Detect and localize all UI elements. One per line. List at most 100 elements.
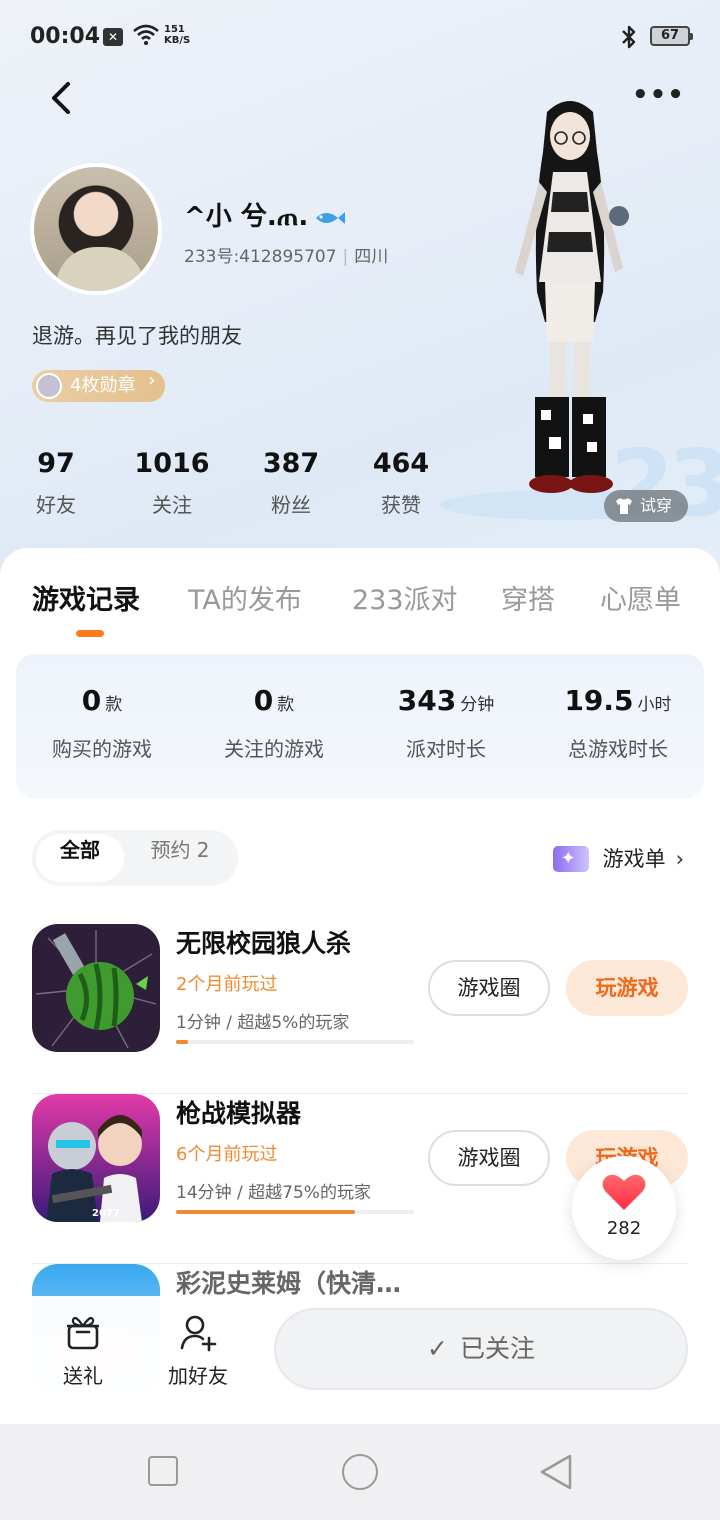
add-friend-button[interactable]: 加好友 xyxy=(162,1312,234,1389)
play-summary-card: 0款 购买的游戏 0款 关注的游戏 343 分钟 派对时长 19.5 小时 总游戏时… xyxy=(16,654,704,798)
summary-unit: 小时 xyxy=(637,695,672,715)
game-list-label: 游戏单 xyxy=(602,847,666,871)
back-triangle-icon[interactable] xyxy=(538,1452,574,1492)
heart-icon xyxy=(602,1174,646,1210)
back-arrow-icon[interactable] xyxy=(40,76,84,120)
summary-label: 总游戏时长 xyxy=(568,737,668,761)
avatar[interactable] xyxy=(30,163,162,295)
game-progress-bar xyxy=(176,1210,414,1214)
chevron-right-icon: › xyxy=(148,370,156,391)
game-play-stat: 1分钟 / 超越5%的玩家 xyxy=(176,1013,350,1033)
stat-label: 获赞 xyxy=(381,493,421,517)
gift-button[interactable]: 送礼 xyxy=(52,1312,114,1389)
like-button[interactable]: 282 xyxy=(572,1156,676,1260)
status-time: 00:04 xyxy=(30,24,101,49)
game-row[interactable]: 无限校园狼人杀 2个月前玩过 1分钟 / 超越5%的玩家 游戏圈 玩游戏 xyxy=(32,924,688,1094)
stat-value: 97 xyxy=(37,448,75,479)
summary-purchased: 0款 购买的游戏 xyxy=(16,684,188,762)
game-icon-watermelon xyxy=(32,924,160,1052)
summary-followed-games: 0款 关注的游戏 xyxy=(188,684,360,762)
tab-party[interactable]: 233派对 xyxy=(352,578,458,617)
game-icon-shooter: 2077 xyxy=(32,1094,160,1222)
medal-label: 4枚勋章 xyxy=(70,375,136,396)
stat-friends[interactable]: 97 好友 xyxy=(20,448,92,518)
game-title: 彩泥史莱姆（快清… xyxy=(176,1269,402,1298)
nickname: ^小 兮.ጠ. xyxy=(184,196,346,233)
summary-value: 19.5 小时 xyxy=(532,684,704,717)
stat-label: 好友 xyxy=(36,493,76,517)
game-last-played: 2个月前玩过 xyxy=(176,974,278,995)
network-speed-unit: KB/S xyxy=(164,35,191,46)
fish-icon xyxy=(316,211,346,224)
tab-posts[interactable]: TA的发布 xyxy=(188,578,302,617)
active-tab-indicator xyxy=(76,630,104,637)
stat-fans[interactable]: 387 粉丝 xyxy=(256,448,326,518)
user-id: 233号:412895707 xyxy=(184,247,337,267)
game-filter-toggle: 全部 预约 2 xyxy=(32,830,238,886)
summary-label: 关注的游戏 xyxy=(224,737,324,761)
gift-icon xyxy=(67,1316,99,1350)
play-game-button[interactable]: 玩游戏 xyxy=(566,960,688,1016)
filter-all[interactable]: 全部 xyxy=(36,834,124,882)
summary-label: 购买的游戏 xyxy=(52,737,152,761)
stat-label: 关注 xyxy=(152,493,192,517)
game-play-stat: 14分钟 / 超越75%的玩家 xyxy=(176,1183,371,1203)
separator: | xyxy=(342,247,349,267)
system-navigation-bar xyxy=(0,1424,720,1520)
stat-likes[interactable]: 464 获赞 xyxy=(366,448,436,518)
filter-reserved[interactable]: 预约 2 xyxy=(132,834,228,882)
game-title: 无限校园狼人杀 xyxy=(176,929,352,958)
nickname-text: ^小 兮.ጠ. xyxy=(184,202,309,232)
tab-outfits[interactable]: 穿搭 xyxy=(501,578,555,617)
summary-unit: 款 xyxy=(277,695,295,715)
tab-wishlist[interactable]: 心愿单 xyxy=(600,578,681,617)
sparkle-icon xyxy=(552,842,589,876)
add-friend-label: 加好友 xyxy=(168,1364,228,1388)
bottom-action-bar: 送礼 加好友 ✓ 已关注 xyxy=(0,1296,720,1424)
summary-number: 0 xyxy=(81,684,102,717)
shirt-icon xyxy=(616,498,632,514)
user-bio: 退游。再见了我的朋友 xyxy=(32,324,242,348)
summary-number: 19.5 xyxy=(564,684,634,717)
recent-apps-icon[interactable] xyxy=(148,1456,178,1486)
profile-stats: 97 好友 1016 关注 387 粉丝 464 获赞 xyxy=(20,448,460,528)
summary-label: 派对时长 xyxy=(406,737,486,761)
try-on-label: 试穿 xyxy=(640,496,673,515)
followed-label: 已关注 xyxy=(459,1334,535,1363)
stat-label: 粉丝 xyxy=(271,493,311,517)
summary-value: 343 分钟 xyxy=(360,684,532,717)
progress-fill xyxy=(176,1210,355,1214)
stat-value: 1016 xyxy=(134,448,210,479)
medal-badge-button[interactable]: 4枚勋章 › xyxy=(32,370,166,402)
profile-tabs: 游戏记录 TA的发布 233派对 穿搭 心愿单 xyxy=(0,548,720,648)
progress-fill xyxy=(176,1040,188,1044)
summary-unit: 款 xyxy=(105,695,123,715)
bluetooth-icon xyxy=(622,25,636,49)
summary-value: 0款 xyxy=(16,684,188,717)
profile-page: 233 00:04 ✕ 151 KB/S 67 ••• ^小 兮.ጠ. xyxy=(0,0,720,1520)
notification-icon: ✕ xyxy=(103,28,123,46)
network-speed-value: 151 xyxy=(164,24,185,35)
summary-number: 343 xyxy=(397,684,457,717)
like-count: 282 xyxy=(606,1218,642,1239)
battery-indicator: 67 xyxy=(650,26,693,46)
game-list-link[interactable]: 游戏单 › xyxy=(552,842,684,876)
gift-label: 送礼 xyxy=(63,1364,103,1388)
try-on-button[interactable]: 试穿 xyxy=(604,490,688,522)
game-progress-bar xyxy=(176,1040,414,1044)
summary-total-time: 19.5 小时 总游戏时长 xyxy=(532,684,704,762)
tab-game-records[interactable]: 游戏记录 xyxy=(32,578,140,617)
summary-number: 0 xyxy=(253,684,274,717)
home-icon[interactable] xyxy=(342,1454,378,1490)
stat-following[interactable]: 1016 关注 xyxy=(132,448,212,518)
game-title: 枪战模拟器 xyxy=(176,1099,302,1128)
avatar-figure[interactable] xyxy=(495,92,645,502)
followed-button[interactable]: ✓ 已关注 xyxy=(274,1308,688,1390)
medal-icon xyxy=(36,373,62,399)
wifi-icon xyxy=(133,24,159,45)
user-id-line: 233号:412895707 | 四川 xyxy=(184,242,388,267)
avatar-photo-body xyxy=(56,247,144,291)
user-location: 四川 xyxy=(354,247,389,267)
game-circle-button[interactable]: 游戏圈 xyxy=(428,960,550,1016)
game-circle-button[interactable]: 游戏圈 xyxy=(428,1130,550,1186)
